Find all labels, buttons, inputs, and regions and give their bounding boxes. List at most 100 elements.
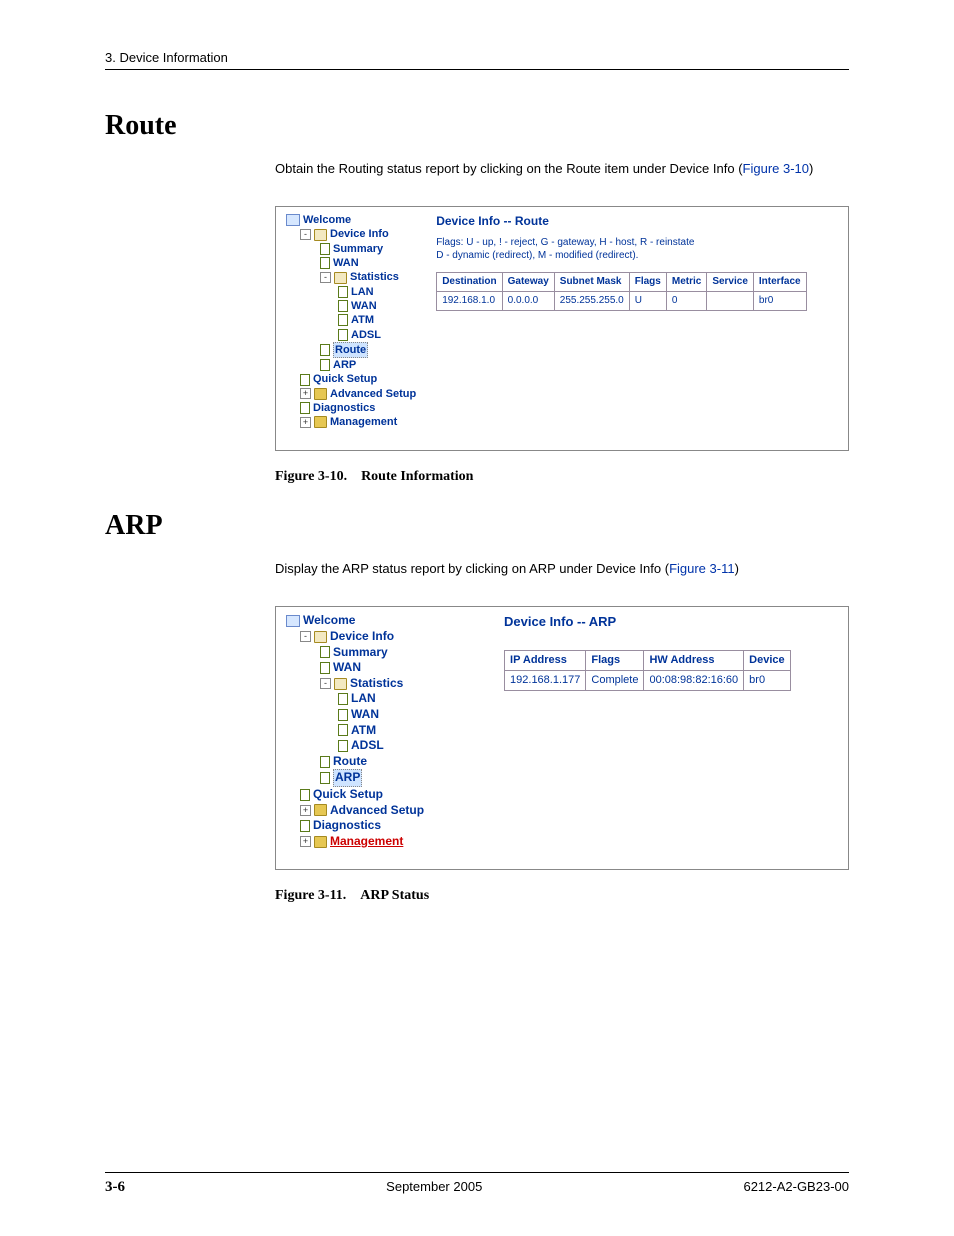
th-flags: Flags <box>586 650 644 670</box>
figure-3-11-screenshot: Welcome - Device Info Summary WAN - Statis… <box>275 606 849 870</box>
arp-content: Device Info -- ARP IP Address Flags HW A… <box>444 613 838 849</box>
nav-diagnostics[interactable]: Diagnostics <box>313 401 375 415</box>
nav-welcome[interactable]: Welcome <box>303 213 351 227</box>
arp-body: Display the ARP status report by clickin… <box>275 560 849 906</box>
figure-3-10-caption: Figure 3-10. Route Information <box>275 467 849 487</box>
doc-icon <box>320 257 330 269</box>
route-body-pre: Obtain the Routing status report by clic… <box>275 161 743 176</box>
doc-icon <box>300 374 310 386</box>
arp-body-post: ) <box>735 561 739 576</box>
th-flags: Flags <box>629 272 666 291</box>
route-body: Obtain the Routing status report by clic… <box>275 160 849 486</box>
doc-icon <box>300 820 310 832</box>
folder-icon <box>314 416 327 428</box>
nav-adsl[interactable]: ADSL <box>351 738 384 754</box>
page-header: 3. Device Information <box>105 50 849 65</box>
nav-lan[interactable]: LAN <box>351 285 374 299</box>
doc-icon <box>338 286 348 298</box>
nav-management[interactable]: Management <box>330 834 403 850</box>
route-flags-note: Flags: U - up, ! - reject, G - gateway, … <box>436 236 838 262</box>
figure-link-3-10[interactable]: Figure 3-10 <box>743 161 809 176</box>
nav-advanced-setup[interactable]: Advanced Setup <box>330 803 424 819</box>
welcome-icon <box>286 615 300 627</box>
section-heading-arp: ARP <box>105 510 849 542</box>
doc-icon <box>320 344 330 356</box>
footer-rule <box>105 1172 849 1173</box>
route-table: Destination Gateway Subnet Mask Flags Me… <box>436 272 806 311</box>
expand-icon[interactable]: + <box>300 805 311 816</box>
nav-wan2[interactable]: WAN <box>351 299 377 313</box>
th-service: Service <box>707 272 754 291</box>
route-content: Device Info -- Route Flags: U - up, ! - … <box>436 213 838 429</box>
nav-diagnostics[interactable]: Diagnostics <box>313 818 381 834</box>
doc-icon <box>320 662 330 674</box>
doc-icon <box>320 359 330 371</box>
folder-icon <box>314 804 327 816</box>
th-subnet: Subnet Mask <box>554 272 629 291</box>
collapse-icon[interactable]: - <box>320 678 331 689</box>
doc-icon <box>338 724 348 736</box>
header-rule <box>105 69 849 70</box>
doc-icon <box>338 329 348 341</box>
nav-management[interactable]: Management <box>330 415 397 429</box>
figure-3-10-screenshot: Welcome - Device Info Summary WAN - Statis… <box>275 206 849 450</box>
collapse-icon[interactable]: - <box>320 272 331 283</box>
nav-quick-setup[interactable]: Quick Setup <box>313 787 383 803</box>
nav-statistics[interactable]: Statistics <box>350 270 399 284</box>
folder-icon <box>314 836 327 848</box>
route-body-post: ) <box>809 161 813 176</box>
nav-arp[interactable]: ARP <box>333 358 356 372</box>
section-heading-route: Route <box>105 110 849 142</box>
arp-panel-title: Device Info -- ARP <box>504 613 838 631</box>
th-ip: IP Address <box>505 650 586 670</box>
nav-wan[interactable]: WAN <box>333 660 361 676</box>
route-panel-title: Device Info -- Route <box>436 213 838 230</box>
nav-adsl[interactable]: ADSL <box>351 328 381 342</box>
nav-device-info[interactable]: Device Info <box>330 629 394 645</box>
nav-summary[interactable]: Summary <box>333 645 388 661</box>
doc-icon <box>320 646 330 658</box>
th-device: Device <box>744 650 790 670</box>
table-row: 192.168.1.0 0.0.0.0 255.255.255.0 U 0 br… <box>437 291 806 310</box>
page-footer: 3-6 September 2005 6212-A2-GB23-00 <box>105 1172 849 1196</box>
expand-icon[interactable]: + <box>300 417 311 428</box>
collapse-icon[interactable]: - <box>300 229 311 240</box>
folder-open-icon <box>334 272 347 284</box>
arp-body-pre: Display the ARP status report by clickin… <box>275 561 669 576</box>
th-hw: HW Address <box>644 650 744 670</box>
doc-icon <box>320 772 330 784</box>
expand-icon[interactable]: + <box>300 388 311 399</box>
nav-route-selected[interactable]: Route <box>333 342 368 358</box>
nav-wan[interactable]: WAN <box>333 256 359 270</box>
arp-table: IP Address Flags HW Address Device 192.1… <box>504 650 791 692</box>
nav-advanced-setup[interactable]: Advanced Setup <box>330 387 416 401</box>
collapse-icon[interactable]: - <box>300 631 311 642</box>
nav-route[interactable]: Route <box>333 754 367 770</box>
doc-icon <box>300 789 310 801</box>
nav-arp-selected[interactable]: ARP <box>333 769 362 787</box>
nav-tree-route: Welcome - Device Info Summary WAN - Statis… <box>286 213 416 429</box>
folder-open-icon <box>314 631 327 643</box>
nav-device-info[interactable]: Device Info <box>330 227 389 241</box>
nav-wan2[interactable]: WAN <box>351 707 379 723</box>
doc-icon <box>338 709 348 721</box>
nav-summary[interactable]: Summary <box>333 242 383 256</box>
doc-icon <box>300 402 310 414</box>
th-gateway: Gateway <box>502 272 554 291</box>
footer-doc-id: 6212-A2-GB23-00 <box>743 1179 849 1196</box>
nav-quick-setup[interactable]: Quick Setup <box>313 372 377 386</box>
doc-icon <box>320 756 330 768</box>
nav-welcome[interactable]: Welcome <box>303 613 355 629</box>
nav-atm[interactable]: ATM <box>351 723 376 739</box>
th-destination: Destination <box>437 272 502 291</box>
nav-lan[interactable]: LAN <box>351 691 376 707</box>
figure-link-3-11[interactable]: Figure 3-11 <box>669 561 735 576</box>
doc-icon <box>338 300 348 312</box>
expand-icon[interactable]: + <box>300 836 311 847</box>
welcome-icon <box>286 214 300 226</box>
nav-atm[interactable]: ATM <box>351 313 374 327</box>
doc-icon <box>338 693 348 705</box>
nav-statistics[interactable]: Statistics <box>350 676 403 692</box>
doc-icon <box>338 740 348 752</box>
th-metric: Metric <box>666 272 706 291</box>
